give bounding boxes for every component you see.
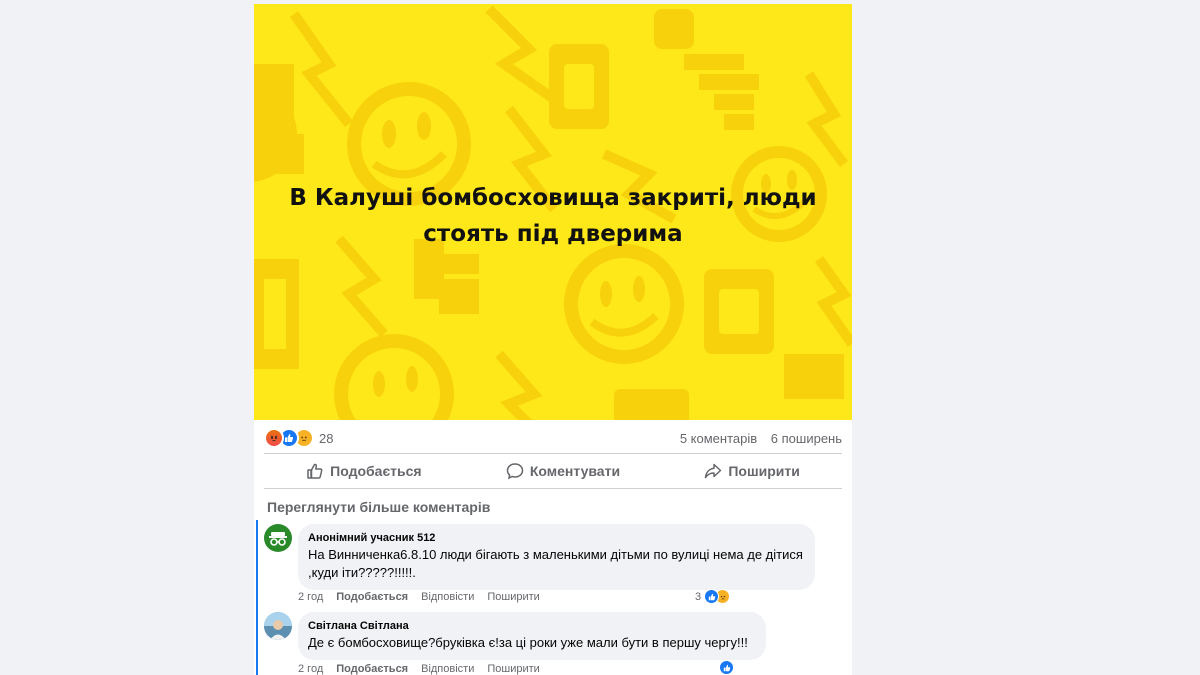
anonymous-icon[interactable] [264, 524, 292, 552]
angry-icon [264, 428, 284, 448]
post-image[interactable]: В Калуші бомбосховища закриті, люди стоя… [254, 4, 852, 420]
comment-like-link[interactable]: Подобається [336, 591, 408, 603]
reaction-count: 28 [319, 430, 334, 446]
profile-photo-icon[interactable] [264, 612, 292, 640]
thumbs-up-icon [307, 463, 323, 479]
comment-reply-link[interactable]: Відповісти [421, 663, 474, 675]
reactions-summary[interactable]: 28 [264, 428, 333, 448]
speech-bubble-icon [506, 463, 524, 480]
comments-count-link[interactable]: 5 коментарів [680, 431, 757, 446]
like-button[interactable]: Подобається [292, 458, 435, 484]
post-stats: 28 5 коментарів 6 поширень [264, 427, 842, 449]
post-counters: 5 коментарів 6 поширень [670, 431, 842, 446]
like-icon [719, 660, 734, 675]
comment-meta: 2 год Подобається Відповісти Поширити [298, 663, 540, 675]
comment-author[interactable]: Анонімний учасник 512 [308, 531, 804, 545]
comment-reactions[interactable] [719, 660, 734, 675]
comment-text: На Винниченка6.8.10 люди бігають з мален… [308, 547, 803, 580]
comment-time[interactable]: 2 год [298, 663, 323, 675]
comment-bubble: Світлана Світлана Де є бомбосховище?брук… [298, 612, 766, 660]
comment-reactions[interactable]: 3 [695, 589, 731, 604]
comment-author[interactable]: Світлана Світлана [308, 619, 755, 633]
share-arrow-icon [705, 463, 722, 479]
comment-like-link[interactable]: Подобається [336, 663, 408, 675]
post-headline: В Калуші бомбосховища закриті, люди стоя… [289, 185, 817, 247]
comment-meta: 2 год Подобається Відповісти Поширити [298, 591, 540, 603]
post-card: В Калуші бомбосховища закриті, люди стоя… [254, 4, 852, 675]
share-button[interactable]: Поширити [690, 458, 814, 484]
post-actions-bar: Подобається Коментувати Поширити [264, 453, 842, 489]
comment-time[interactable]: 2 год [298, 591, 323, 603]
comment-text: Де є бомбосховище?бруківка є!за ці роки … [308, 635, 748, 650]
shares-count-link[interactable]: 6 поширень [771, 431, 842, 446]
like-button-label: Подобається [330, 463, 422, 479]
comment-share-link[interactable]: Поширити [487, 591, 539, 603]
comment-share-link[interactable]: Поширити [487, 663, 539, 675]
comment-reaction-count: 3 [695, 590, 702, 603]
view-more-comments-link[interactable]: Переглянути більше коментарів [267, 499, 490, 515]
comment-button[interactable]: Коментувати [492, 458, 634, 484]
comment-bubble: Анонімний учасник 512 На Винниченка6.8.1… [298, 524, 815, 590]
share-button-label: Поширити [728, 463, 800, 479]
comment-reply-link[interactable]: Відповісти [421, 591, 474, 603]
comment-button-label: Коментувати [529, 463, 621, 479]
comment-thread-indicator [256, 520, 258, 675]
